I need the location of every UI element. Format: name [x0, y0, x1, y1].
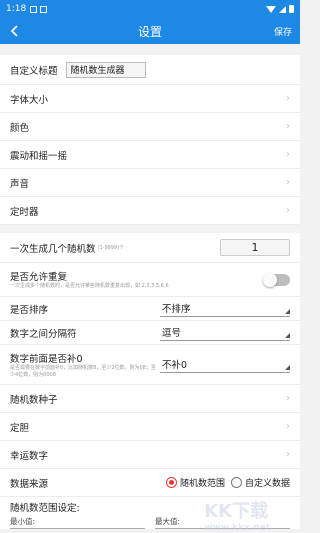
custom-title-row: 自定义标题 随机数生成器 — [0, 55, 300, 85]
separator-row: 数字之间分隔符 逗号 — [0, 321, 300, 345]
sound-label: 声音 — [10, 178, 30, 190]
sort-row: 是否排序 不排序 — [0, 297, 300, 321]
seed-label: 随机数种子 — [10, 394, 58, 406]
sound-row[interactable]: 声音 › — [0, 169, 300, 197]
timer-row[interactable]: 定时器 › — [0, 197, 300, 225]
allow-repeat-toggle[interactable] — [263, 272, 290, 287]
chevron-right-icon: › — [286, 205, 290, 216]
custom-title-label: 自定义标题 — [10, 65, 58, 77]
radio-unselected-icon — [230, 477, 242, 488]
save-button[interactable]: 保存 — [266, 25, 300, 38]
vibrate-label: 震动和摇一摇 — [10, 150, 68, 162]
notification-icon — [40, 5, 48, 13]
watermark: KK下载 www.kkx.net — [204, 497, 270, 533]
radio-selected-icon — [165, 477, 177, 488]
generate-count-row: 一次生成几个随机数 (1-9999)个 1 — [0, 233, 300, 263]
allow-repeat-label: 是否允许重复 — [10, 272, 68, 284]
generate-count-label: 一次生成几个随机数 — [10, 243, 96, 255]
fixed-label: 定胆 — [10, 422, 30, 434]
sort-select-value: 不排序 — [162, 304, 191, 315]
pad-zero-select-value: 不补0 — [162, 360, 188, 371]
chevron-right-icon: › — [286, 121, 290, 132]
allow-repeat-row: 是否允许重复 一次生成多个随机数时，是否允许某些随机数重复出现，如 2,3,3,… — [0, 263, 300, 297]
chevron-right-icon: › — [286, 93, 290, 104]
generate-count-hint: (1-9999)个 — [97, 245, 125, 251]
allow-repeat-desc: 一次生成多个随机数时，是否允许某些随机数重复出现，如 2,3,3,5,6,6 — [10, 283, 169, 290]
dropdown-icon — [285, 332, 290, 338]
back-button[interactable] — [0, 18, 30, 44]
sort-select[interactable]: 不排序 — [160, 301, 290, 317]
status-bar: 1:18 — [0, 0, 300, 18]
signal-icon — [279, 5, 286, 13]
color-label: 颜色 — [10, 122, 30, 134]
separator-select-value: 逗号 — [162, 328, 182, 339]
source-custom-label: 自定义数据 — [244, 479, 290, 489]
watermark-url: www.kkx.net — [204, 523, 270, 533]
source-range-radio[interactable]: 随机数范围 — [165, 476, 225, 489]
watermark-text: KK下载 — [204, 501, 269, 522]
source-custom-radio[interactable]: 自定义数据 — [230, 476, 290, 489]
status-time: 1:18 — [6, 4, 27, 14]
vibrate-row[interactable]: 震动和摇一摇 › — [0, 141, 300, 169]
font-size-row[interactable]: 字体大小 › — [0, 85, 300, 113]
source-label: 数据来源 — [10, 478, 49, 490]
generate-count-input[interactable]: 1 — [220, 239, 290, 256]
lucky-row[interactable]: 幸运数字 › — [0, 441, 300, 469]
pad-zero-label: 数字前面是否补0 — [10, 354, 83, 365]
min-value-field[interactable]: 最小值: — [10, 516, 145, 529]
pad-zero-desc: 是否需要在数字前面补0，比如随机数8，至少2位数，则为08；至少4位数，则为00… — [10, 365, 156, 378]
lucky-label: 幸运数字 — [10, 450, 49, 462]
timer-label: 定时器 — [10, 206, 39, 218]
chevron-right-icon: › — [286, 421, 290, 432]
dropdown-icon — [285, 308, 290, 314]
settings-list[interactable]: 自定义标题 随机数生成器 字体大小 › 颜色 › 震动和摇一摇 › 声音 › 定… — [0, 53, 300, 533]
seed-row[interactable]: 随机数种子 › — [0, 385, 300, 413]
separator-label: 数字之间分隔符 — [10, 328, 77, 340]
chevron-right-icon: › — [286, 449, 290, 460]
source-row: 数据来源 随机数范围 自定义数据 — [0, 469, 300, 497]
battery-icon — [289, 5, 294, 13]
dropdown-icon — [285, 364, 290, 370]
sort-label: 是否排序 — [10, 304, 49, 316]
toggle-knob — [263, 272, 277, 287]
source-range-label: 随机数范围 — [179, 479, 225, 489]
chevron-right-icon: › — [286, 393, 290, 404]
chevron-right-icon: › — [286, 149, 290, 160]
separator-select[interactable]: 逗号 — [160, 325, 290, 341]
custom-title-input[interactable]: 随机数生成器 — [65, 61, 146, 78]
page-title: 设置 — [137, 24, 162, 39]
color-row[interactable]: 颜色 › — [0, 113, 300, 141]
wifi-icon — [266, 5, 276, 13]
fixed-row[interactable]: 定胆 › — [0, 413, 300, 441]
app-bar: 设置 保存 — [0, 18, 300, 44]
font-size-label: 字体大小 — [10, 94, 49, 106]
chevron-right-icon: › — [286, 177, 290, 188]
pad-zero-row: 数字前面是否补0 是否需要在数字前面补0，比如随机数8，至少2位数，则为08；至… — [0, 345, 300, 385]
back-arrow-icon — [10, 25, 18, 37]
pad-zero-select[interactable]: 不补0 — [160, 357, 290, 373]
notification-icon — [30, 5, 38, 13]
